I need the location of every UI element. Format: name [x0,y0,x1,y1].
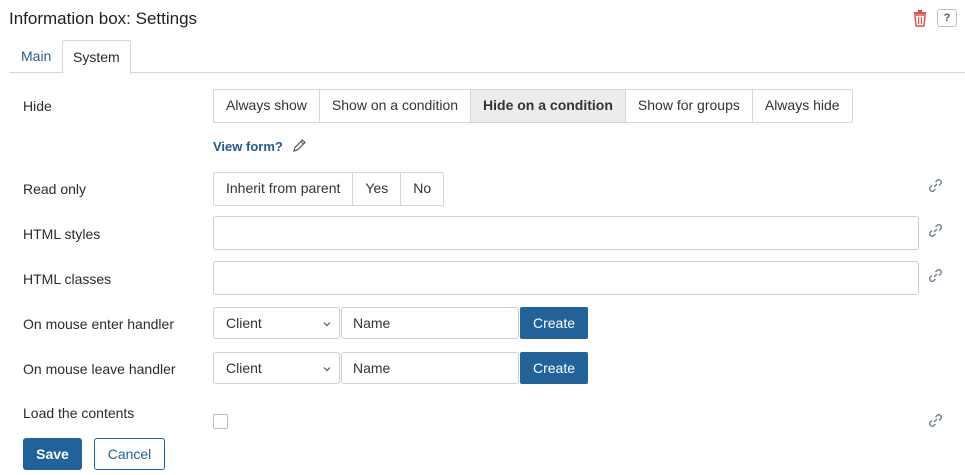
help-icon[interactable]: ? [937,9,957,27]
hide-option-always-show[interactable]: Always show [214,90,319,122]
cancel-button[interactable]: Cancel [94,438,165,470]
mouse-enter-label: On mouse enter handler [23,316,174,332]
link-icon[interactable] [928,268,943,283]
mouse-leave-label: On mouse leave handler [23,361,176,377]
chevron-down-icon [323,367,331,372]
trash-icon[interactable] [913,9,927,27]
load-contents-label: Load the contents [23,405,135,421]
hide-option-hide-on-condition[interactable]: Hide on a condition [470,90,625,122]
mouse-leave-type-select[interactable]: Client [213,352,340,384]
tab-system[interactable]: System [62,40,131,74]
read-only-label: Read only [23,181,87,197]
chevron-down-icon [323,322,331,327]
html-classes-label: HTML classes [23,271,112,287]
load-contents-checkbox[interactable] [213,414,228,429]
mouse-enter-name-input[interactable]: Name [341,307,519,339]
link-icon[interactable] [928,178,943,193]
mouse-leave-type-value: Client [226,360,262,376]
html-classes-input[interactable] [213,261,919,295]
tab-bar: Main System [9,40,965,74]
mouse-enter-create-button[interactable]: Create [520,307,588,339]
mouse-enter-type-select[interactable]: Client [213,307,340,339]
footer-bar: Save Cancel [0,434,965,475]
header-actions: ? [913,9,957,27]
view-form-link-row: View form? [213,138,307,154]
read-only-option-no[interactable]: No [400,173,443,205]
hide-option-show-for-groups[interactable]: Show for groups [624,90,752,122]
page-title: Information box: Settings [9,9,198,28]
read-only-option-group: Inherit from parent Yes No [213,172,445,206]
mouse-enter-type-value: Client [226,315,262,331]
mouse-leave-name-input[interactable]: Name [341,352,519,384]
tab-main[interactable]: Main [11,40,61,73]
mouse-leave-create-button[interactable]: Create [520,352,588,384]
hide-label: Hide [23,98,52,114]
link-icon[interactable] [928,413,943,428]
save-button[interactable]: Save [23,438,82,470]
view-form-link[interactable]: View form? [213,139,283,154]
html-styles-label: HTML styles [23,226,101,242]
hide-option-show-on-condition[interactable]: Show on a condition [318,90,470,122]
pencil-icon[interactable] [291,138,307,154]
read-only-option-yes[interactable]: Yes [352,173,400,205]
link-icon[interactable] [928,223,943,238]
html-styles-input[interactable] [213,216,919,250]
hide-option-group: Always show Show on a condition Hide on … [213,89,853,123]
hide-option-always-hide[interactable]: Always hide [751,90,852,122]
read-only-option-inherit[interactable]: Inherit from parent [214,173,352,205]
